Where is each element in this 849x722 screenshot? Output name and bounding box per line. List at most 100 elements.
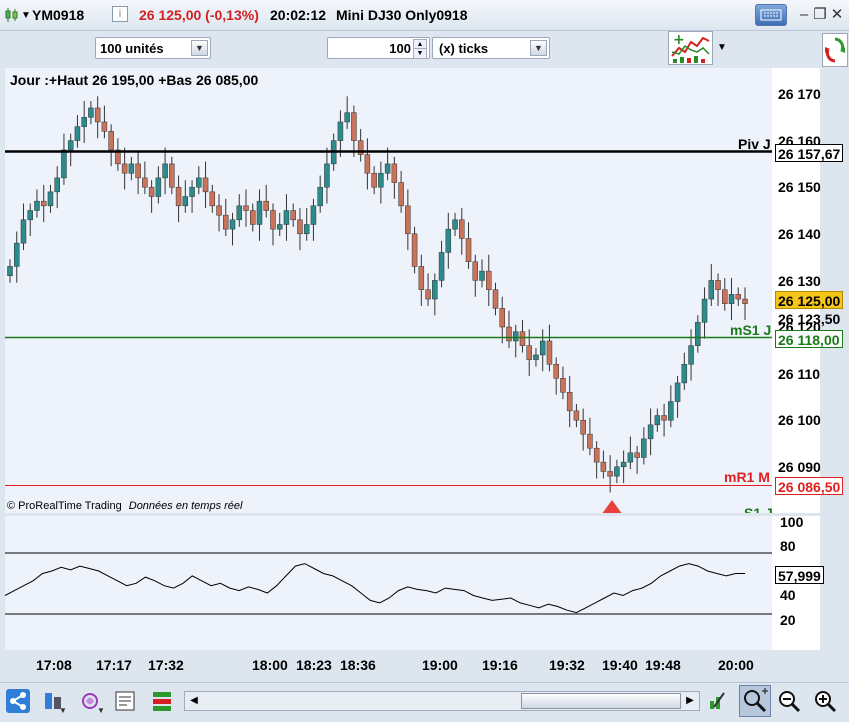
candle-bullish [452,219,458,230]
scroll-left-icon[interactable]: ◀ [187,693,201,709]
candle-bearish [148,186,155,197]
watermark: © ProRealTime Trading Données en temps r… [7,500,242,512]
candle-bullish [155,177,162,197]
indicator-value-box: 57,999 [775,566,824,584]
price-tick-label: 26 130 [778,273,821,289]
time-axis-label: 18:00 [252,657,288,673]
indicator-pane[interactable] [5,516,772,650]
candle-bearish [499,308,505,328]
mr1-price-box: 26 086,50 [775,477,844,495]
candle-bearish [587,433,593,449]
candle-bullish [7,266,13,276]
time-axis-label: 19:16 [482,657,518,673]
share-icon[interactable] [6,689,30,713]
candle-bearish [506,326,512,342]
candle-bullish [229,219,236,230]
candle-bearish [634,452,640,458]
layout-icon[interactable] [150,689,174,713]
candle-bearish [411,233,418,267]
zoom-fit-icon[interactable] [739,685,771,717]
indicator-tick-label: 40 [780,587,796,603]
horizontal-scrollbar[interactable]: ◀ ▶ [184,691,700,711]
candle-bearish [600,461,607,472]
indicator-icon[interactable]: ▼ [80,689,105,715]
candle-bearish [270,210,276,230]
candle-bearish [108,131,114,151]
scrollbar-thumb[interactable] [521,693,681,709]
candle-bearish [486,270,492,290]
indicator-tick-label: 20 [780,612,796,628]
pivot-level-label: Piv J [738,136,771,152]
candle-bearish [573,410,580,421]
candle-bearish [593,447,600,463]
scroll-right-icon[interactable]: ▶ [683,693,697,709]
candle-bearish [364,154,371,174]
candle-bearish [243,205,249,211]
candle-bullish [654,415,661,426]
candle-bullish [432,280,438,300]
chart-type-icon[interactable]: ▼ [42,689,67,715]
drawing-tools-icon[interactable] [706,689,730,713]
candle-bearish [101,121,108,132]
ms1-level-label: mS1 J [730,322,772,338]
candle-bearish [607,471,613,477]
candle-bearish [465,238,472,263]
candle-bearish [715,280,721,290]
candle-bullish [627,452,634,463]
candle-bullish [47,191,54,207]
candle-bullish [128,163,135,174]
svg-text:▼: ▼ [59,706,66,713]
price-tick-label: 26 100 [778,412,821,428]
candle-bullish [479,270,485,281]
candle-bearish [418,266,425,290]
candle-bullish [647,424,654,440]
candle-bullish [236,205,243,221]
time-axis-label: 19:32 [549,657,585,673]
candle-bullish [728,294,735,304]
mr1-level-label: mR1 M [724,469,770,485]
candle-bullish [688,345,694,365]
daily-range-header: Jour :+Haut 26 195,00 +Bas 26 085,00 [10,72,259,88]
candle-bearish [250,210,256,225]
candle-bullish [708,280,715,300]
candle-bullish [61,149,67,179]
time-axis-label: 19:40 [602,657,638,673]
candle-bullish [438,252,445,281]
candle-bullish [378,172,384,188]
candle-bullish [88,107,94,118]
zoom-in-icon[interactable] [813,689,837,713]
candle-bullish [67,140,74,151]
candle-bearish [142,177,148,188]
time-axis-label: 20:00 [718,657,754,673]
candle-bearish [175,186,182,207]
bottom-toolbar: ▼ ▼ ◀ ▶ [0,682,849,720]
price-tick-label: 26 110 [778,366,821,382]
trading-icon[interactable] [113,689,137,713]
candle-bullish [668,401,674,421]
candle-bullish [196,177,202,188]
candle-bearish [351,112,357,141]
time-axis-label: 18:23 [296,657,332,673]
candle-bearish [263,200,269,211]
candle-bearish [216,205,222,216]
zoom-out-icon[interactable] [777,689,801,713]
time-axis-label: 19:00 [422,657,458,673]
pivot-price-box: 26 157,67 [775,144,844,162]
candle-bullish [303,224,310,235]
candle-bullish [81,117,87,127]
candle-bullish [539,340,546,356]
candle-bearish [40,200,47,207]
svg-text:▼: ▼ [97,706,104,713]
candle-bullish [641,438,647,458]
candle-bullish [701,298,708,323]
candle-bullish [674,382,681,402]
indicator-tick-label: 100 [780,514,804,530]
indicator-tick-label: 80 [780,538,796,554]
candle-bearish [121,163,128,174]
time-axis-label: 17:32 [148,657,184,673]
candle-bearish [290,210,296,221]
candle-bullish [614,466,620,477]
candle-bullish [34,200,40,211]
candle-bearish [405,205,411,235]
candle-bullish [162,163,168,179]
